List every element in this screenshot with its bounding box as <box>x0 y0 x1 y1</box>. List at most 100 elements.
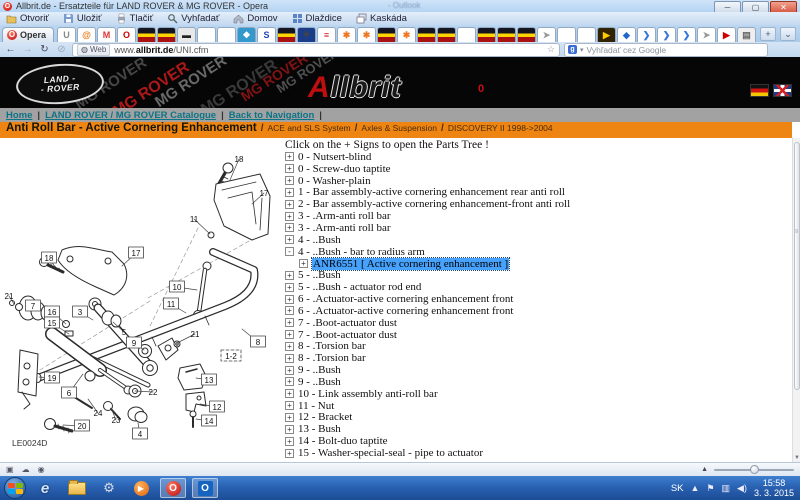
bookmark-star-icon[interactable]: ☆ <box>547 44 555 55</box>
german-flag-icon[interactable] <box>750 84 769 97</box>
tab-favicon-5[interactable] <box>157 27 176 42</box>
vertical-scrollbar[interactable]: ▼ <box>792 138 800 462</box>
tab-favicon-20[interactable] <box>457 27 476 42</box>
tree-expander[interactable]: + <box>285 223 294 232</box>
tree-expander[interactable]: + <box>285 152 294 161</box>
menu-home[interactable]: Domov <box>233 13 277 24</box>
tree-item-label[interactable]: 12 - Bracket <box>298 411 352 423</box>
forward-button[interactable]: → <box>21 44 34 55</box>
tree-item-label[interactable]: 8 - .Torsion bar <box>298 340 366 352</box>
tab-favicon-3[interactable]: O <box>117 27 136 42</box>
tab-favicon-6[interactable]: ▬ <box>177 27 196 42</box>
menu-save[interactable]: Uložiť <box>63 13 102 24</box>
tab-favicon-27[interactable]: ▶ <box>597 27 616 42</box>
tree-item-label[interactable]: 5 - ..Bush - actuator rod end <box>298 281 421 293</box>
tree-expander[interactable]: + <box>285 330 294 339</box>
taskbar-opera-icon[interactable]: O <box>160 478 186 498</box>
tree-expander[interactable]: + <box>285 271 294 280</box>
tab-favicon-13[interactable]: ≡ <box>317 27 336 42</box>
search-engine-dropdown-icon[interactable]: ▾ <box>580 46 584 54</box>
turbo-icon[interactable]: ◉ <box>38 465 45 474</box>
tree-item-label[interactable]: 0 - Screw-duo taptite <box>298 163 391 175</box>
tab-favicon-8[interactable] <box>217 27 236 42</box>
tab-favicon-34[interactable]: ▤ <box>737 27 756 42</box>
tab-favicon-26[interactable] <box>577 27 596 42</box>
tree-item-label[interactable]: 0 - Washer-plain <box>298 175 371 187</box>
menu-tiles[interactable]: Dlaždice <box>292 13 342 24</box>
tab-favicon-32[interactable]: ➤ <box>697 27 716 42</box>
tab-favicon-18[interactable] <box>417 27 436 42</box>
unite-icon[interactable]: ☁ <box>22 465 30 474</box>
menu-open[interactable]: Otvoriť <box>6 13 49 24</box>
tab-favicon-30[interactable]: ❯ <box>657 27 676 42</box>
network-icon[interactable]: ▥ <box>722 483 731 494</box>
tree-item-label[interactable]: 9 - ..Bush <box>298 376 341 388</box>
new-tab-button[interactable]: + <box>760 27 776 41</box>
tab-favicon-14[interactable]: ✱ <box>337 27 356 42</box>
tab-favicon-31[interactable]: ❯ <box>677 27 696 42</box>
back-button[interactable]: ← <box>4 44 17 55</box>
hidden-icons-arrow[interactable]: ▲ <box>691 483 700 493</box>
tree-expander[interactable]: + <box>285 437 294 446</box>
tab-favicon-15[interactable]: ✱ <box>357 27 376 42</box>
zoom-slider[interactable] <box>714 469 794 471</box>
tree-item-label[interactable]: 4 - ..Bush <box>298 234 341 246</box>
action-center-flag-icon[interactable]: ⚑ <box>706 483 714 494</box>
tree-expander[interactable]: + <box>285 306 294 315</box>
tab-favicon-33[interactable]: ▶ <box>717 27 736 42</box>
tab-favicon-12[interactable]: ✚ <box>297 27 316 42</box>
zoom-slider-knob[interactable] <box>750 465 759 474</box>
tab-favicon-1[interactable]: @ <box>77 27 96 42</box>
tree-item-label[interactable]: 14 - Bolt-duo taptite <box>298 435 388 447</box>
tree-expander[interactable]: + <box>285 164 294 173</box>
tab-favicon-28[interactable]: ◆ <box>617 27 636 42</box>
scroll-down-arrow-icon[interactable]: ▼ <box>793 455 800 461</box>
tree-expander[interactable]: + <box>285 449 294 458</box>
tree-item-label[interactable]: 6 - .Actuator-active cornering enhanceme… <box>298 305 513 317</box>
tab-favicon-29[interactable]: ❯ <box>637 27 656 42</box>
tree-expander[interactable]: + <box>285 188 294 197</box>
tree-expander[interactable]: - <box>285 247 294 256</box>
tab-favicon-19[interactable] <box>437 27 456 42</box>
taskbar-explorer-icon[interactable] <box>64 478 90 498</box>
tree-expander[interactable]: + <box>285 235 294 244</box>
tree-expander[interactable]: + <box>285 377 294 386</box>
speaker-icon[interactable]: ◀) <box>737 483 747 494</box>
taskbar-ie-icon[interactable]: e <box>32 478 58 498</box>
tree-expander[interactable]: + <box>299 259 308 268</box>
uk-flag-icon[interactable] <box>773 84 792 97</box>
tab-favicon-0[interactable]: U <box>57 27 76 42</box>
tree-expander[interactable]: + <box>285 318 294 327</box>
tab-favicon-21[interactable] <box>477 27 496 42</box>
tab-favicon-2[interactable]: M <box>97 27 116 42</box>
menu-print[interactable]: Tlačiť <box>116 13 154 24</box>
tree-item-label[interactable]: 13 - Bush <box>298 423 341 435</box>
fit-width-icon[interactable]: ▲ <box>701 466 708 473</box>
nav-link-catalogue[interactable]: LAND ROVER / MG ROVER Catalogue <box>45 110 216 121</box>
menu-find[interactable]: Vyhľadať <box>167 13 219 24</box>
tree-expander[interactable]: + <box>285 389 294 398</box>
tab-favicon-9[interactable]: ❖ <box>237 27 256 42</box>
start-button[interactable] <box>4 477 26 499</box>
tree-item-label-selected[interactable]: ANR6551 [ Active cornering enhancement ] <box>312 258 509 270</box>
tree-expander[interactable]: + <box>285 401 294 410</box>
tree-item-label[interactable]: 2 - Bar assembly-active cornering enhanc… <box>298 198 570 210</box>
tab-favicon-4[interactable] <box>137 27 156 42</box>
tree-item-label[interactable]: 1 - Bar assembly-active cornering enhanc… <box>298 186 565 198</box>
tree-expander[interactable]: + <box>285 413 294 422</box>
tree-expander[interactable]: + <box>285 200 294 209</box>
tree-expander[interactable]: + <box>285 295 294 304</box>
tab-favicon-10[interactable]: S <box>257 27 276 42</box>
tree-item-label[interactable]: 8 - .Torsion bar <box>298 352 366 364</box>
rewind-button[interactable]: ⊘ <box>55 44 68 55</box>
tree-expander[interactable]: + <box>285 176 294 185</box>
tree-expander[interactable]: + <box>285 342 294 351</box>
reload-button[interactable]: ↻ <box>38 44 51 55</box>
tab-favicon-24[interactable]: ➤ <box>537 27 556 42</box>
tree-item-label[interactable]: 4 - ..Bush - bar to radius arm <box>298 246 425 258</box>
tab-favicon-16[interactable] <box>377 27 396 42</box>
scrollbar-thumb[interactable] <box>794 142 800 390</box>
tree-item-label[interactable]: 7 - .Boot-actuator dust <box>298 317 397 329</box>
search-field[interactable]: g ▾ Vyhľadať cez Google <box>564 43 768 57</box>
tree-item-label[interactable]: 11 - Nut <box>298 400 334 412</box>
